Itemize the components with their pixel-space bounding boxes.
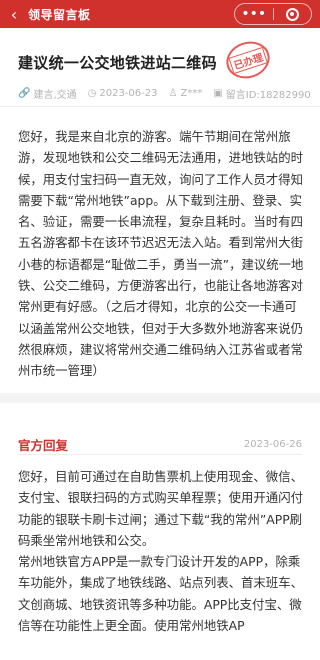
id-meta: ▣ 留言ID:18282990 xyxy=(213,88,311,101)
section-gap xyxy=(0,393,320,403)
page-title: 领导留言板 xyxy=(28,7,91,22)
mini-program-capsule: ••• xyxy=(234,3,312,25)
close-icon[interactable] xyxy=(274,7,312,21)
reply-label: 官方回复 xyxy=(18,438,69,453)
reply-paragraph: 您好，目前可通过在自助售票机上使用现金、微信、支付宝、银联扫码的方式购买单程票；… xyxy=(18,469,303,548)
divider xyxy=(0,106,320,107)
article-title: 建议统一公交地铁进站二维码 xyxy=(18,54,217,72)
message-icon: ▣ xyxy=(213,88,223,99)
article-meta: 🔗 建言,交通 ◷ 2023-06-23 ♙ Z*** ▣ 留言ID:18282990 xyxy=(18,86,320,101)
status-stamp: 已办理 xyxy=(221,36,275,84)
back-icon[interactable]: ‹ xyxy=(0,0,28,28)
divider xyxy=(18,454,302,455)
link-icon: 🔗 xyxy=(18,88,31,99)
reply-date: 2023-06-26 xyxy=(243,439,302,450)
message-body: 您好，我是来自北京的游客。端午节期间在常州旅游，发现地铁和公交二维码无法通用，进… xyxy=(18,129,304,379)
author-meta: ♙ Z*** xyxy=(168,88,203,99)
reply-paragraph: 常州地铁官方APP是一款专门设计开发的APP，除乘车功能外，集成了地铁线路、站点… xyxy=(18,554,303,634)
reply-body: 您好，目前可通过在自助售票机上使用现金、微信、支付宝、银联扫码的方式购买单程票；… xyxy=(18,466,304,636)
reply-header: 官方回复 2023-06-26 xyxy=(18,435,302,454)
clock-icon: ◷ xyxy=(87,88,97,99)
user-icon: ♙ xyxy=(168,88,178,99)
date-meta: ◷ 2023-06-23 xyxy=(87,88,158,99)
more-icon[interactable]: ••• xyxy=(235,3,273,25)
top-navigation-bar: ‹ 领导留言板 ••• xyxy=(0,0,320,28)
tags-meta: 🔗 建言,交通 xyxy=(18,88,77,101)
